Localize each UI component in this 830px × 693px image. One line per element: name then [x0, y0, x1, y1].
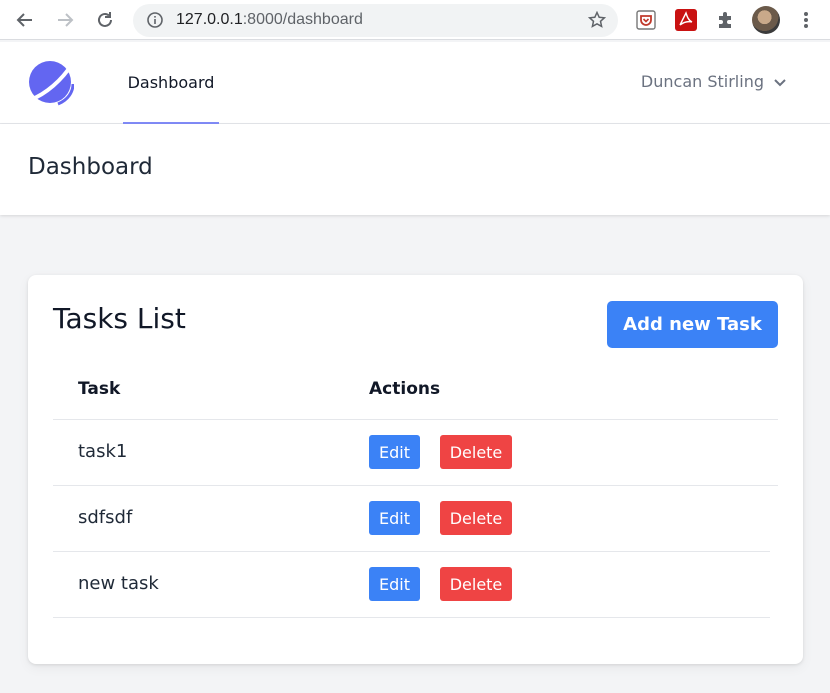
task-name: new task	[78, 573, 159, 594]
info-icon[interactable]	[147, 12, 163, 32]
delete-button[interactable]: Delete	[440, 435, 512, 469]
user-menu[interactable]: Duncan Stirling	[641, 72, 786, 91]
add-new-task-button[interactable]: Add new Task	[607, 301, 778, 348]
back-arrow-icon[interactable]	[13, 8, 37, 32]
url-host: 127.0.0.1	[176, 11, 243, 28]
user-name: Duncan Stirling	[640, 72, 764, 91]
delete-button[interactable]: Delete	[440, 567, 512, 601]
app-logo-icon[interactable]	[28, 60, 75, 110]
extensions-puzzle-icon[interactable]	[714, 8, 738, 32]
column-header-task: Task	[78, 379, 121, 399]
table-row: new task Edit Delete	[53, 552, 770, 618]
address-bar[interactable]: 127.0.0.1:8000/dashboard	[133, 4, 618, 37]
star-icon[interactable]	[587, 10, 607, 33]
reload-icon[interactable]	[93, 8, 117, 32]
task-name: sdfsdf	[78, 507, 133, 528]
forward-arrow-icon[interactable]	[53, 8, 77, 32]
url-path: :8000/dashboard	[242, 11, 363, 28]
edit-button[interactable]: Edit	[369, 435, 420, 469]
page-title: Dashboard	[28, 154, 153, 180]
app-navbar: Dashboard Duncan Stirling	[0, 42, 830, 124]
edit-button[interactable]: Edit	[369, 501, 420, 535]
nav-dashboard-link[interactable]: Dashboard	[123, 42, 219, 124]
more-vert-icon[interactable]	[794, 8, 818, 32]
pocket-extension-icon[interactable]	[634, 8, 658, 32]
browser-toolbar: 127.0.0.1:8000/dashboard	[0, 0, 830, 40]
pdf-extension-icon[interactable]	[674, 8, 698, 32]
table-row: sdfsdf Edit Delete	[53, 486, 770, 552]
table-header: Task Actions	[53, 355, 778, 420]
delete-button[interactable]: Delete	[440, 501, 512, 535]
task-name: task1	[78, 441, 128, 462]
chevron-down-icon	[774, 72, 786, 91]
url-text: 127.0.0.1:8000/dashboard	[176, 11, 363, 29]
page-header: Dashboard	[0, 124, 830, 215]
profile-avatar[interactable]	[752, 6, 780, 34]
tasks-table: Task Actions task1 Edit Delete sdfsdf Ed…	[53, 355, 778, 618]
card-title: Tasks List	[53, 302, 186, 335]
edit-button[interactable]: Edit	[369, 567, 420, 601]
table-row: task1 Edit Delete	[53, 420, 778, 486]
tasks-card: Tasks List Add new Task Task Actions tas…	[28, 275, 803, 664]
column-header-actions: Actions	[369, 379, 441, 399]
